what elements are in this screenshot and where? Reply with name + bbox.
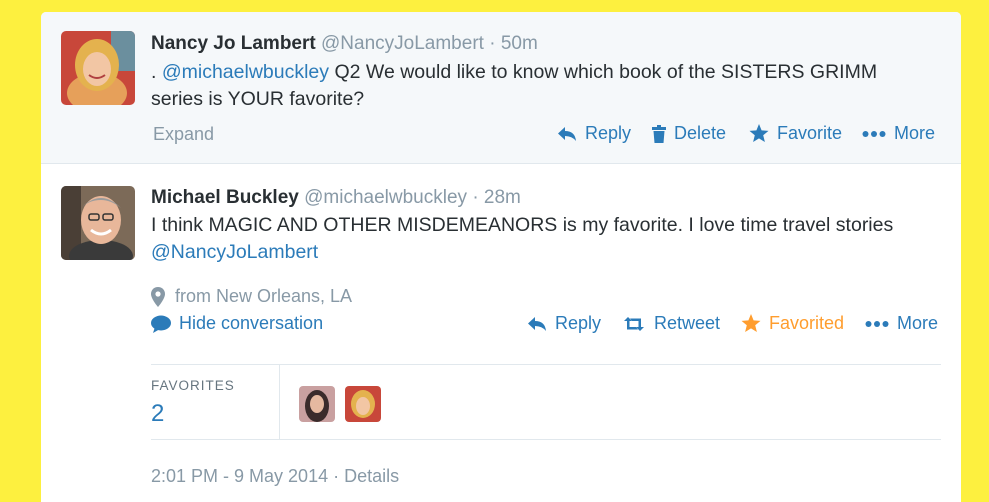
text-body: I think MAGIC AND OTHER MISDEMEANORS is … [151, 214, 894, 236]
reply-label: Reply [555, 313, 602, 333]
full-timestamp: 2:01 PM - 9 May 2014 [151, 466, 329, 486]
favorites-count[interactable]: 2 [151, 400, 164, 428]
favoriter-avatar[interactable] [345, 386, 381, 422]
mention-link[interactable]: @NancyJoLambert [151, 241, 318, 263]
reply-label: Reply [585, 123, 632, 143]
favorited-button[interactable]: Favorited [741, 313, 844, 334]
author-handle[interactable]: @michaelwbuckley [304, 187, 467, 208]
more-button[interactable]: More [865, 313, 938, 334]
tweet-header: Nancy Jo Lambert @NancyJoLambert · 50m [151, 33, 538, 55]
hide-conversation-label: Hide conversation [179, 313, 324, 333]
reply-button[interactable]: Reply [557, 123, 631, 144]
author-name[interactable]: Nancy Jo Lambert [151, 33, 316, 54]
stats-top-divider [151, 364, 941, 365]
avatar-nancy[interactable] [61, 31, 135, 105]
star-icon [749, 124, 769, 142]
avatar-michael[interactable] [61, 186, 135, 260]
mention-link[interactable]: @michaelwbuckley [162, 61, 329, 83]
reply-button[interactable]: Reply [527, 313, 601, 334]
favorite-label: Favorite [777, 123, 843, 143]
more-dots-icon [865, 320, 889, 327]
tweet-location: from New Orleans, LA [151, 286, 352, 307]
reply-icon [558, 126, 576, 141]
delete-label: Delete [674, 123, 727, 143]
retweet-icon [624, 316, 644, 331]
reply-icon [528, 316, 546, 331]
hide-conversation-button[interactable]: Hide conversation [151, 313, 323, 334]
favoriter-avatar[interactable] [299, 386, 335, 422]
author-handle[interactable]: @NancyJoLambert [321, 33, 484, 54]
more-label: More [894, 123, 936, 143]
tweet-text: . @michaelwbuckley Q2 We would like to k… [151, 59, 931, 113]
tweet-time[interactable]: 50m [501, 33, 538, 54]
tweet-header: Michael Buckley @michaelwbuckley · 28m [151, 187, 521, 209]
favorited-label: Favorited [769, 313, 845, 333]
dot-separator: · [472, 187, 479, 208]
text-prefix: . [151, 61, 162, 83]
tweet-card: Nancy Jo Lambert @NancyJoLambert · 50m .… [41, 12, 961, 502]
author-name[interactable]: Michael Buckley [151, 187, 299, 208]
retweet-button[interactable]: Retweet [622, 313, 720, 334]
tweet-meta: 2:01 PM - 9 May 2014 · Details [151, 466, 399, 487]
tweet-time[interactable]: 28m [484, 187, 521, 208]
tweet-text: I think MAGIC AND OTHER MISDEMEANORS is … [151, 212, 936, 266]
retweet-label: Retweet [654, 313, 721, 333]
star-icon [741, 314, 761, 332]
stats-bottom-divider [151, 439, 941, 440]
more-button[interactable]: More [862, 123, 935, 144]
conversation-bubble-icon [151, 315, 171, 333]
favorite-button[interactable]: Favorite [749, 123, 842, 144]
dot-separator: · [489, 33, 496, 54]
location-label[interactable]: from New Orleans, LA [175, 286, 352, 307]
location-pin-icon [151, 286, 165, 307]
expand-link[interactable]: Expand [153, 124, 214, 145]
tweet-nancy[interactable]: Nancy Jo Lambert @NancyJoLambert · 50m .… [41, 12, 961, 164]
favorites-label: FAVORITES [151, 378, 235, 393]
more-label: More [897, 313, 939, 333]
more-dots-icon [862, 130, 886, 137]
delete-button[interactable]: Delete [652, 123, 726, 144]
trash-icon [652, 124, 666, 143]
stats-vertical-divider [279, 365, 280, 439]
dot-separator: · [333, 466, 340, 486]
details-link[interactable]: Details [344, 466, 399, 486]
